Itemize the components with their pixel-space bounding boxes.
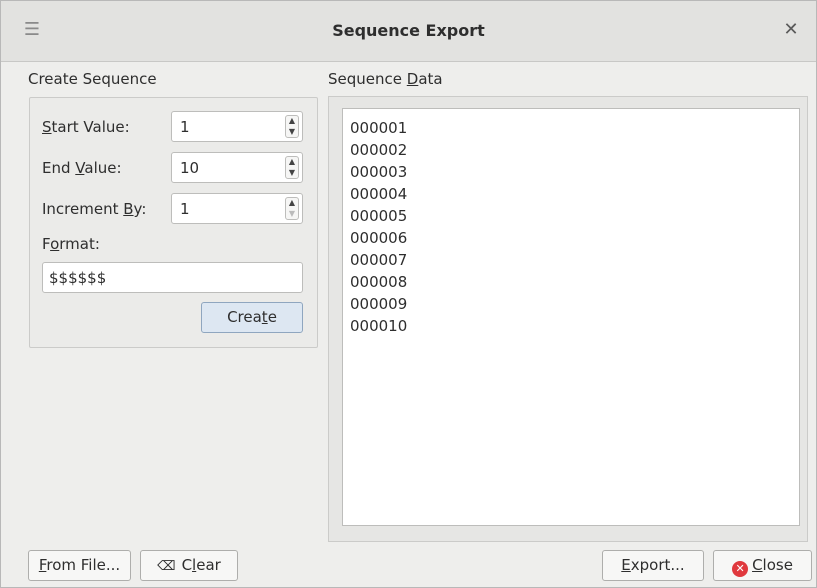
start-value-input[interactable]: 1 [180,118,190,136]
format-value[interactable]: $$$$$$ [49,269,106,287]
chevron-up-icon[interactable]: ▲ [286,116,298,126]
list-item: 000002 [350,141,408,159]
increment-by-spinbox[interactable]: 1 ▲ ▼ [171,193,303,224]
list-item: 000010 [350,317,408,335]
end-value-input[interactable]: 10 [180,159,199,177]
end-value-stepper[interactable]: ▲ ▼ [285,156,299,179]
list-item: 000001 [350,119,408,137]
list-item: 000005 [350,207,408,225]
close-circle-icon: ✕ [732,561,749,577]
increment-by-label: Increment By: [42,200,147,218]
backspace-clear-icon: ⌫ [157,559,176,574]
list-item: 000008 [350,273,408,291]
sequence-data-textarea[interactable]: 000001 000002 000003 000004 000005 00000… [342,108,800,526]
chevron-up-icon[interactable]: ▲ [286,157,298,167]
close-button[interactable]: ✕ Close [713,550,812,581]
list-item: 000007 [350,251,408,269]
end-value-spinbox[interactable]: 10 ▲ ▼ [171,152,303,183]
start-value-stepper[interactable]: ▲ ▼ [285,115,299,138]
start-value-label: Start Value: [42,118,130,136]
window-close-icon[interactable]: ✕ [778,17,804,43]
format-label: Format: [42,235,100,253]
from-file-button[interactable]: From File... [28,550,131,581]
increment-by-stepper[interactable]: ▲ ▼ [285,197,299,220]
title-bar: ☰ Sequence Export ✕ [1,1,816,62]
sequence-export-window: ☰ Sequence Export ✕ Create Sequence Star… [0,0,817,588]
export-button[interactable]: Export... [602,550,704,581]
clear-button[interactable]: ⌫ Clear [140,550,238,581]
create-sequence-heading: Create Sequence [28,70,157,88]
chevron-down-icon[interactable]: ▼ [286,168,298,178]
chevron-down-icon[interactable]: ▼ [286,209,298,219]
chevron-down-icon[interactable]: ▼ [286,127,298,137]
increment-by-input[interactable]: 1 [180,200,190,218]
start-value-spinbox[interactable]: 1 ▲ ▼ [171,111,303,142]
chevron-up-icon[interactable]: ▲ [286,198,298,208]
window-title: Sequence Export [332,21,485,40]
list-item: 000009 [350,295,408,313]
list-item: 000003 [350,163,408,181]
sequence-data-heading: Sequence Data [328,70,443,88]
list-item: 000006 [350,229,408,247]
create-button[interactable]: Create [201,302,303,333]
list-item: 000004 [350,185,408,203]
format-field[interactable]: $$$$$$ [42,262,303,293]
end-value-label: End Value: [42,159,122,177]
